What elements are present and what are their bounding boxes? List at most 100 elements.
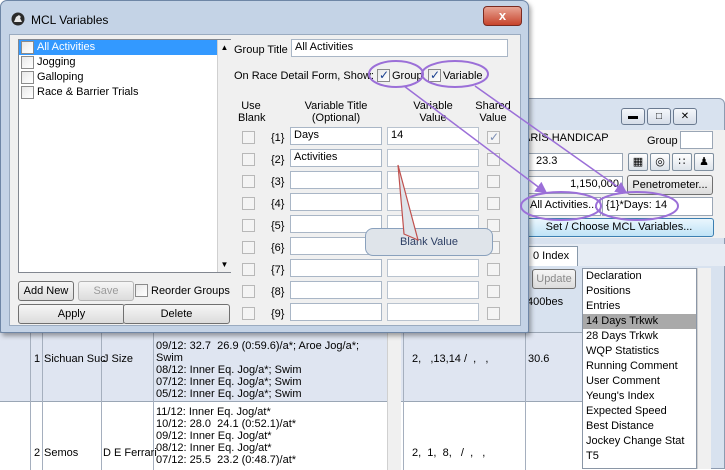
group-checkbox[interactable] <box>21 41 34 54</box>
list-item-selected[interactable]: 14 Days Trkwk <box>583 314 696 329</box>
variable-title-input[interactable] <box>290 281 382 299</box>
show-options-label: On Race Detail Form, Show: <box>234 70 374 82</box>
title-bar[interactable]: MCL Variables x <box>1 1 528 35</box>
use-blank-checkbox[interactable] <box>242 307 255 320</box>
variable-value-input[interactable] <box>387 281 479 299</box>
notes-scrollbar[interactable] <box>387 333 401 470</box>
variable-id: {2} <box>271 154 285 166</box>
use-blank-checkbox[interactable] <box>242 197 255 210</box>
variable-title-input[interactable] <box>290 259 382 277</box>
list-item[interactable]: WQP Statistics <box>583 344 696 359</box>
variable-value-input[interactable]: 14 <box>387 127 479 145</box>
section-list-scrollbar[interactable] <box>697 268 711 469</box>
group-label: All Activities <box>37 41 96 53</box>
close-window-icon[interactable]: ✕ <box>673 108 697 125</box>
variable-id: {7} <box>271 264 285 276</box>
scroll-down-icon[interactable]: ▼ <box>218 260 231 269</box>
runners-grid: 1 Sichuan Suc J Size 09/12: 32.7 26.9 (0… <box>0 332 582 470</box>
list-item[interactable]: T5 <box>583 449 696 464</box>
list-item-selected[interactable]: All Activities <box>19 40 230 55</box>
blank-value-callout: Blank Value <box>365 228 493 256</box>
group-list-scrollbar[interactable]: ▲ ▼ <box>217 40 231 272</box>
list-item[interactable]: Declaration <box>583 269 696 284</box>
close-button[interactable]: x <box>483 6 522 26</box>
show-variable-checkbox[interactable] <box>428 68 441 82</box>
variable-title-input[interactable] <box>290 193 382 211</box>
rating: 30.6 <box>528 353 550 365</box>
list-item[interactable]: Jockey Change Stat <box>583 434 696 449</box>
list-item[interactable]: Jogging <box>19 55 230 70</box>
list-item[interactable]: Expected Speed <box>583 404 696 419</box>
shared-value-checkbox[interactable] <box>487 130 500 144</box>
horse-name: Semos <box>44 447 79 459</box>
group-checkbox[interactable] <box>21 86 34 99</box>
list-item[interactable]: Best Distance <box>583 419 696 434</box>
use-blank-checkbox[interactable] <box>242 175 255 188</box>
use-blank-checkbox[interactable] <box>242 153 255 166</box>
group-label: Galloping <box>37 71 84 83</box>
list-item[interactable]: Running Comment <box>583 359 696 374</box>
show-variable-label: Variable <box>443 70 483 82</box>
variable-value-input[interactable] <box>387 193 479 211</box>
network-icon[interactable]: ∷ <box>672 153 692 171</box>
list-item[interactable]: Entries <box>583 299 696 314</box>
note-line: 07/12: 25.5 23.2 (0:48.7)/at* <box>156 454 297 466</box>
shared-value-checkbox[interactable] <box>487 153 500 166</box>
apply-button[interactable]: Apply <box>18 304 125 324</box>
scroll-up-icon[interactable]: ▲ <box>218 43 231 52</box>
use-blank-checkbox[interactable] <box>242 285 255 298</box>
mcl-group-display: All Activities... <box>526 197 601 216</box>
list-item[interactable]: 28 Days Trkwk <box>583 329 696 344</box>
show-group-label: Group <box>392 70 423 82</box>
col-header-use-blank: Use Blank <box>238 100 266 124</box>
penetrometer-button[interactable]: Penetrometer... <box>627 175 713 195</box>
use-blank-checkbox[interactable] <box>242 219 255 232</box>
variable-title-input[interactable]: Activities <box>290 149 382 167</box>
use-blank-checkbox[interactable] <box>242 131 255 144</box>
group-checkbox[interactable] <box>21 56 34 69</box>
shared-value-checkbox[interactable] <box>487 175 500 188</box>
show-group-checkbox[interactable] <box>377 68 390 82</box>
person-icon[interactable]: ♟ <box>694 153 714 171</box>
reorder-groups-checkbox[interactable] <box>135 284 148 297</box>
variable-id: {4} <box>271 198 285 210</box>
mcl-variable-display: {1}*Days: 14 <box>602 197 713 216</box>
use-blank-checkbox[interactable] <box>242 241 255 254</box>
target-icon[interactable]: ◎ <box>650 153 670 171</box>
shared-value-checkbox[interactable] <box>487 285 500 298</box>
list-item[interactable]: Race & Barrier Trials <box>19 85 230 100</box>
list-item[interactable]: Galloping <box>19 70 230 85</box>
group-list[interactable]: All Activities Jogging Galloping Race & … <box>18 39 231 273</box>
variable-title-input[interactable] <box>290 171 382 189</box>
tab-index[interactable]: 0 Index <box>526 246 578 266</box>
distance-field[interactable]: 23.3 <box>520 153 623 171</box>
list-item[interactable]: Positions <box>583 284 696 299</box>
minimize-icon[interactable]: ▬ <box>621 108 645 125</box>
group-field[interactable] <box>680 131 713 149</box>
update-button[interactable]: Update <box>532 269 576 289</box>
prize-field[interactable]: 1,150,000 <box>520 176 623 194</box>
save-button[interactable]: Save <box>78 281 134 301</box>
variable-value-input[interactable] <box>387 149 479 167</box>
variable-value-input[interactable] <box>387 171 479 189</box>
variable-title-input[interactable] <box>290 303 382 321</box>
set-mcl-variables-button[interactable]: Set / Choose MCL Variables... <box>524 218 714 237</box>
add-new-button[interactable]: Add New <box>18 281 74 301</box>
maximize-icon[interactable]: □ <box>647 108 671 125</box>
reorder-groups-label: Reorder Groups <box>151 285 230 297</box>
use-blank-checkbox[interactable] <box>242 263 255 276</box>
variable-title-input[interactable]: Days <box>290 127 382 145</box>
shared-value-checkbox[interactable] <box>487 197 500 210</box>
shared-value-checkbox[interactable] <box>487 263 500 276</box>
positions: 2, ,13,14 / , , <box>412 353 489 365</box>
calculator-icon[interactable]: ▦ <box>628 153 648 171</box>
form-section-list[interactable]: Declaration Positions Entries 14 Days Tr… <box>582 268 697 469</box>
list-item[interactable]: User Comment <box>583 374 696 389</box>
list-item[interactable]: Yeung's Index <box>583 389 696 404</box>
group-checkbox[interactable] <box>21 71 34 84</box>
variable-value-input[interactable] <box>387 303 479 321</box>
variable-value-input[interactable] <box>387 259 479 277</box>
group-title-input[interactable]: All Activities <box>291 39 508 57</box>
shared-value-checkbox[interactable] <box>487 307 500 320</box>
delete-button[interactable]: Delete <box>123 304 230 324</box>
